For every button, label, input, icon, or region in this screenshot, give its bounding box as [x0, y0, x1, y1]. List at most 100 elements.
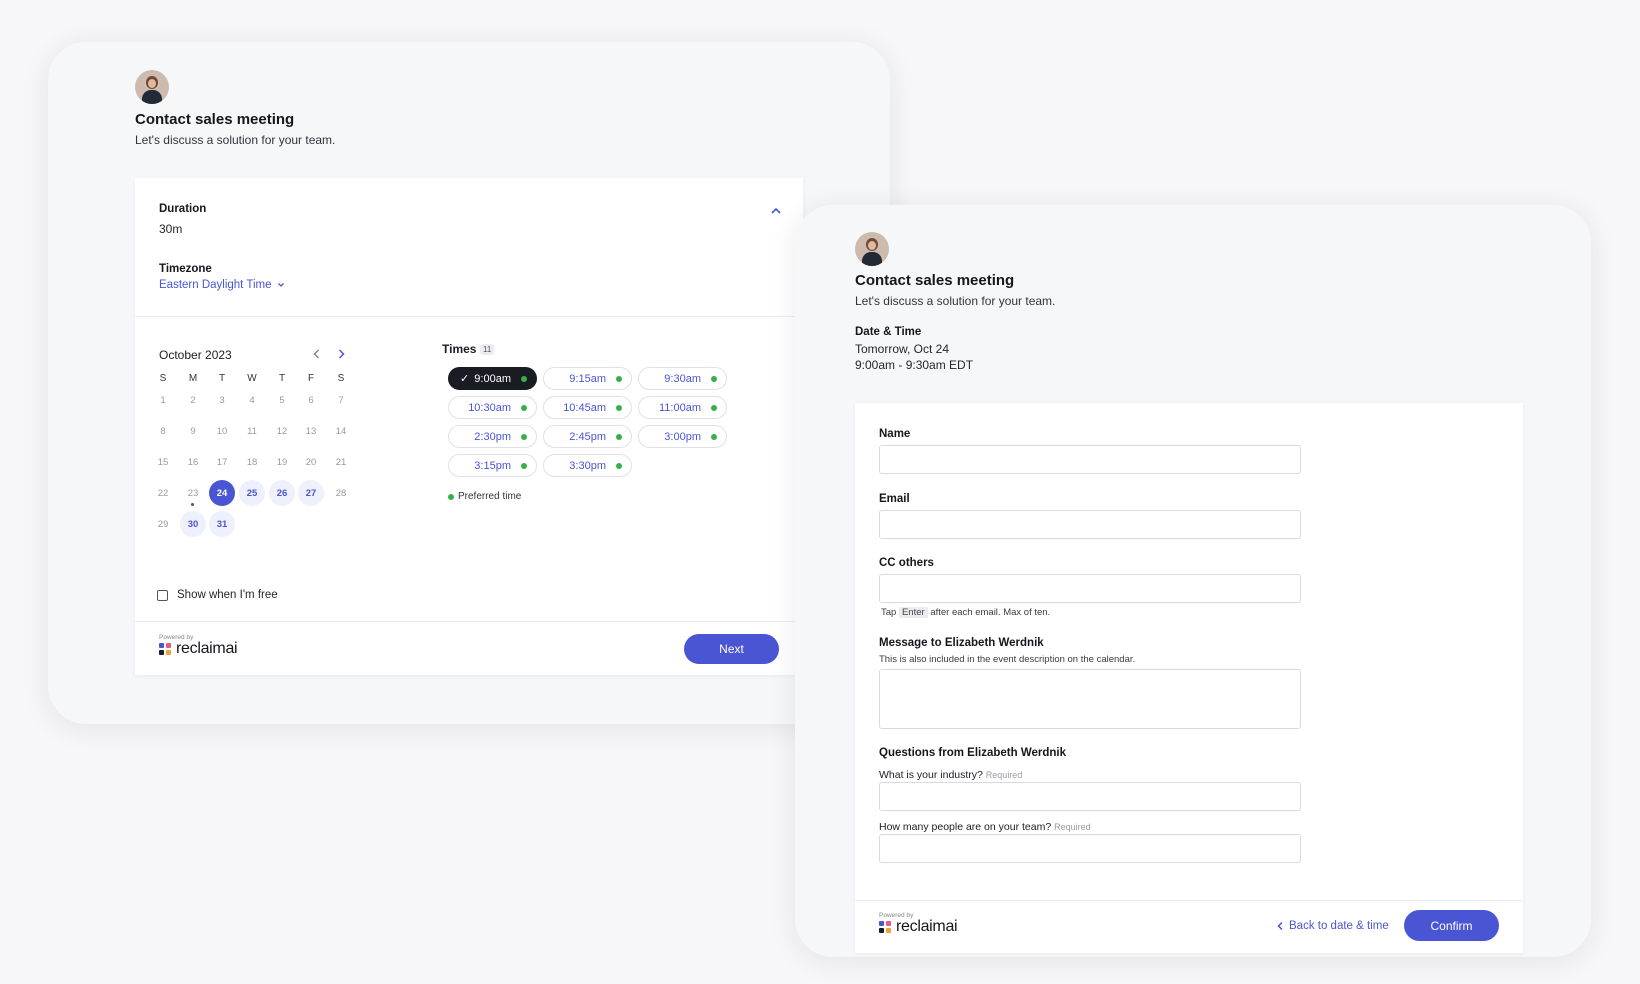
timezone-value: Eastern Daylight Time [159, 279, 272, 291]
weekday-label: S [337, 373, 345, 384]
chevron-right-icon[interactable] [335, 348, 347, 360]
calendar-month: October 2023 [159, 348, 232, 362]
calendar-day[interactable]: 24 [209, 480, 235, 506]
time-slot-label: 10:30am [468, 401, 511, 414]
name-label: Name [879, 428, 911, 440]
enter-key-hint: Enter [898, 607, 928, 618]
message-hint: This is also included in the event descr… [879, 654, 1136, 665]
required-tag: Required [985, 770, 1023, 780]
preferred-time-legend: Preferred time [458, 491, 522, 502]
confirm-button[interactable]: Confirm [1404, 910, 1499, 941]
back-to-date-time-link[interactable]: Back to date & time [1276, 920, 1389, 932]
time-slot-label: 3:00pm [664, 430, 701, 443]
team-size-question-text: How many people are on your team? [879, 821, 1052, 833]
time-slot-label: 11:00am [659, 401, 701, 414]
meeting-title: Contact sales meeting [135, 111, 295, 128]
time-slot[interactable]: ✓ 9:00am [448, 367, 537, 390]
time-slot-label: 9:15am [569, 372, 606, 385]
email-input[interactable] [879, 510, 1301, 539]
calendar-day: 3 [219, 394, 225, 406]
chevron-down-icon [277, 283, 284, 287]
calendar-day[interactable]: 31 [209, 511, 235, 537]
divider [855, 900, 1523, 901]
calendar-day: 5 [279, 394, 285, 406]
calendar-day: 15 [157, 456, 169, 468]
message-textarea[interactable] [879, 669, 1301, 729]
weekday-label: M [188, 373, 198, 384]
timezone-select[interactable]: Eastern Daylight Time [159, 279, 285, 291]
time-slot[interactable]: 2:30pm [448, 425, 537, 448]
duration-value: 30m [159, 222, 183, 236]
next-button[interactable]: Next [684, 634, 779, 664]
calendar-day: 17 [216, 456, 228, 468]
calendar-day[interactable]: 25 [239, 480, 265, 506]
time-slot-label: 3:30pm [569, 459, 606, 472]
weekday-label: T [218, 373, 226, 384]
calendar-day[interactable]: 30 [180, 511, 206, 537]
calendar-day: 18 [246, 456, 258, 468]
meeting-title: Contact sales meeting [855, 272, 1015, 289]
reclaim-brand-text: reclaimai [176, 640, 238, 657]
meeting-subtitle: Let's discuss a solution for your team. [855, 294, 1056, 308]
calendar-day: 16 [187, 456, 199, 468]
calendar-day: 13 [305, 425, 317, 437]
time-slot[interactable]: 10:45am [543, 396, 632, 419]
time-slot-label: 2:30pm [474, 430, 511, 443]
team-size-question: How many people are on your team? Requir… [879, 821, 1091, 833]
time-slot[interactable]: 3:30pm [543, 454, 632, 477]
calendar-day: 29 [157, 518, 169, 530]
required-tag: Required [1054, 822, 1091, 832]
preferred-dot-icon [448, 494, 454, 500]
name-input[interactable] [879, 445, 1301, 474]
cc-hint-suffix: after each email. Max of ten. [930, 607, 1051, 618]
avatar [135, 70, 169, 104]
preferred-dot-icon [616, 463, 622, 469]
industry-question-text: What is your industry? [879, 769, 983, 781]
meeting-subtitle: Let's discuss a solution for your team. [135, 133, 336, 147]
time-slot[interactable]: 9:15am [543, 367, 632, 390]
weekday-label: S [159, 373, 167, 384]
time-slot[interactable]: 2:45pm [543, 425, 632, 448]
calendar-day: 21 [335, 456, 347, 468]
questions-heading: Questions from Elizabeth Werdnik [879, 747, 1067, 759]
calendar-day: 10 [216, 425, 228, 437]
calendar-day: 9 [190, 425, 196, 437]
show-free-label: Show when I'm free [177, 589, 278, 601]
time-slot[interactable]: 11:00am [638, 396, 727, 419]
calendar-day: 2 [190, 394, 196, 406]
preferred-dot-icon [711, 405, 717, 411]
chevron-up-icon[interactable] [770, 205, 782, 217]
calendar-day: 28 [335, 487, 347, 499]
today-dot-icon [191, 503, 194, 506]
chevron-left-icon [1277, 921, 1283, 931]
cc-input[interactable] [879, 574, 1301, 603]
back-link-label: Back to date & time [1289, 920, 1389, 932]
times-label: Times [442, 342, 477, 356]
divider [135, 316, 803, 317]
industry-input[interactable] [879, 782, 1301, 811]
show-free-checkbox[interactable] [157, 590, 168, 601]
time-slot[interactable]: 10:30am [448, 396, 537, 419]
preferred-dot-icon [521, 434, 527, 440]
times-count-badge: 11 [480, 344, 495, 355]
time-slot-label: 10:45am [563, 401, 606, 414]
preferred-dot-icon [521, 405, 527, 411]
time-slot[interactable]: 9:30am [638, 367, 727, 390]
calendar-day: 14 [335, 425, 347, 437]
timezone-label: Timezone [159, 263, 212, 275]
cc-label: CC others [879, 557, 934, 569]
calendar-day: 1 [160, 394, 166, 406]
reclaim-logo: reclaimai [879, 918, 958, 936]
email-label: Email [879, 493, 910, 505]
team-size-input[interactable] [879, 834, 1301, 863]
preferred-dot-icon [521, 376, 527, 382]
divider [135, 621, 803, 622]
calendar-day[interactable]: 27 [298, 480, 324, 506]
time-slot[interactable]: 3:15pm [448, 454, 537, 477]
preferred-dot-icon [711, 434, 717, 440]
calendar-day[interactable]: 26 [269, 480, 295, 506]
chevron-left-icon[interactable] [311, 348, 323, 360]
date-time-label: Date & Time [855, 326, 922, 338]
time-slot[interactable]: 3:00pm [638, 425, 727, 448]
avatar [855, 232, 889, 266]
